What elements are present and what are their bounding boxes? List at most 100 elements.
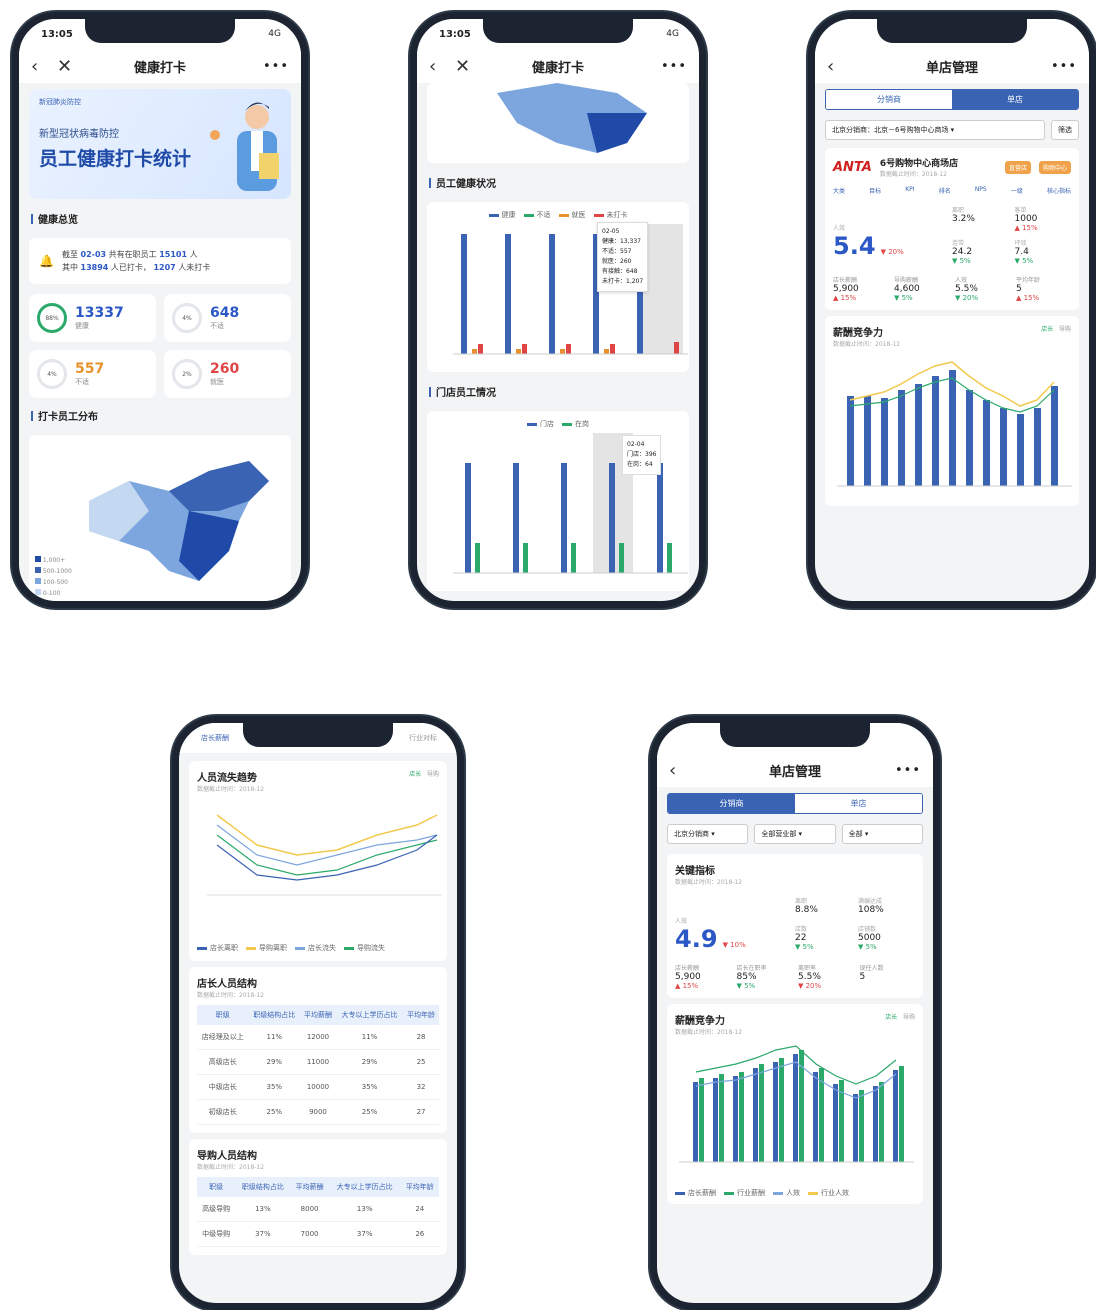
tab-distributor[interactable]: 分销商: [826, 90, 952, 109]
legend-item[interactable]: 店长薪酬: [675, 1188, 716, 1198]
more-icon[interactable]: •••: [263, 59, 289, 74]
legend-item[interactable]: 健康: [488, 210, 516, 220]
page-title: 单店管理: [925, 60, 978, 76]
notice-checked: 13894: [80, 263, 109, 272]
legend-item[interactable]: 未打卡: [593, 210, 628, 220]
legend-item[interactable]: 行业人效: [808, 1188, 849, 1198]
link-manager[interactable]: 店长: [885, 1014, 897, 1021]
link-manager[interactable]: 店长: [409, 771, 421, 778]
stat-label: 就医: [210, 378, 224, 386]
table-row: 高级店长 29% 11000 29% 25: [197, 1049, 439, 1075]
nav-bar: ‹ 单店管理 •••: [657, 753, 933, 787]
link-guide[interactable]: 导购: [427, 771, 439, 778]
progress-ring: 88%: [37, 303, 67, 333]
menu-item[interactable]: 一级: [1011, 186, 1023, 195]
link-guide[interactable]: 导购: [1059, 326, 1071, 333]
menu-item[interactable]: NPS: [975, 186, 987, 195]
link-manager[interactable]: 店长: [1041, 326, 1053, 333]
status-section-title: 员工健康状况: [417, 169, 699, 196]
menu-item[interactable]: KPI: [905, 186, 914, 195]
menu-item[interactable]: 排名: [939, 186, 951, 195]
status-bar: 13:05 4G: [417, 19, 699, 49]
stat-value: 557: [75, 361, 105, 377]
status-bar: [657, 723, 933, 753]
more-icon[interactable]: •••: [661, 59, 687, 74]
guide-table: 职级 职级结构占比 平均薪酬 大专以上学历占比 平均年龄 高级导购 13% 8000 13%…: [197, 1177, 439, 1247]
link-guide[interactable]: 导购: [903, 1014, 915, 1021]
close-icon[interactable]: ✕: [57, 56, 83, 77]
status-signal: 4G: [666, 29, 679, 39]
manager-table: 职级 职级结构占比 平均薪酬 大专以上学历占比 平均年龄 店经理及以上 11% 12000…: [197, 1005, 439, 1125]
legend-item[interactable]: 就医: [558, 210, 586, 220]
salary-title: 薪酬竞争力: [833, 328, 883, 339]
stat-card[interactable]: 4% 648 不适: [164, 294, 291, 342]
kpi-main-value: 4.9: [675, 925, 718, 953]
scope-select[interactable]: 全部 ▾: [841, 824, 923, 844]
progress-ring: 4%: [172, 303, 202, 333]
menu-item[interactable]: 核心指标: [1047, 186, 1071, 195]
kpi-value: 8.8%: [795, 905, 818, 915]
stat-card[interactable]: 4% 557 不适: [29, 350, 156, 398]
back-icon[interactable]: ‹: [669, 760, 695, 781]
phone-store-management: ‹ 单店管理 ••• 分销商 单店 北京分销商：北京－6号购物中心商场 ▾ 筛选…: [808, 12, 1096, 608]
salary-combo-chart: [837, 361, 1072, 487]
bottom-kpis: 店长薪酬 5,900 ▲ 15% 导购薪酬 4,600 ▼ 5% 人效 5.5% ▼ 20%…: [833, 277, 1041, 302]
guide-structure-card: 导购人员结构 数据截止时间：2018-12 职级 职级结构占比 平均薪酬 大专以上学…: [189, 1139, 447, 1255]
bell-icon: 🔔: [39, 253, 54, 268]
stat-card[interactable]: 88% 13337 健康: [29, 294, 156, 342]
kpi-main-label: 人效: [675, 918, 688, 925]
status-bar: 13:05 4G: [19, 19, 301, 49]
store-legend: 门店 在岗: [435, 419, 681, 429]
phone-health-charts: 13:05 4G ‹ ✕ 健康打卡 ••• 员工健康状况 健康 不适 就医 未打…: [410, 12, 706, 608]
phone-distributor-management: ‹ 单店管理 ••• 分销商 单店 北京分销商 ▾ 全部营业部 ▾ 全部 ▾ 关…: [650, 716, 940, 1310]
key-meta: 数据截止时间：2018-12: [675, 879, 743, 886]
salary-meta: 数据截止时间：2018-12: [833, 341, 901, 348]
back-icon[interactable]: ‹: [31, 56, 57, 77]
hero-banner: 新冠肺炎防控 新型冠状病毒防控 员工健康打卡统计: [29, 89, 291, 199]
segment-tabs: 分销商 单店: [825, 89, 1079, 110]
legend-item[interactable]: 行业薪酬: [724, 1188, 765, 1198]
stat-value: 648: [210, 305, 240, 321]
salary-title: 薪酬竞争力: [675, 1016, 725, 1027]
table-row: 中级导购 37% 7000 37% 26: [197, 1221, 439, 1247]
legend-item[interactable]: 导购流失: [344, 943, 385, 953]
table-row: 初级店长 25% 9000 25% 27: [197, 1099, 439, 1125]
legend-item[interactable]: 在岗: [562, 419, 589, 429]
overview-section-title: 健康总览: [19, 205, 301, 232]
back-icon[interactable]: ‹: [429, 56, 455, 77]
legend-item[interactable]: 不适: [523, 210, 551, 220]
status-signal: 4G: [268, 29, 281, 39]
tag-badge: 购物中心: [1038, 160, 1071, 174]
back-icon[interactable]: ‹: [827, 56, 853, 77]
guide-title: 导购人员结构: [197, 1151, 257, 1162]
status-bar-chart: [453, 224, 688, 355]
legend-item[interactable]: 门店: [527, 419, 554, 429]
stat-card[interactable]: 2% 260 就医: [164, 350, 291, 398]
notice-date: 02-03: [80, 250, 107, 259]
manager-title: 店长人员结构: [197, 979, 257, 990]
menu-item[interactable]: 目标: [869, 186, 881, 195]
legend-item[interactable]: 导购离职: [246, 943, 287, 953]
salary-card: 薪酬竞争力 店长 导购 数据截止时间：2018-12: [825, 316, 1079, 506]
menu-item[interactable]: 大类: [833, 186, 845, 195]
filter-button[interactable]: 筛选: [1051, 120, 1079, 140]
phone-health-overview: 13:05 4G ‹ ✕ 健康打卡 ••• 新冠肺炎防控 新型冠状病毒防控 员工…: [12, 12, 308, 608]
more-icon[interactable]: •••: [895, 763, 921, 778]
store-meta: 数据截止时间：2018-12: [879, 171, 947, 178]
department-select[interactable]: 全部营业部 ▾: [754, 824, 836, 844]
tag-badge: 直营店: [1004, 160, 1031, 174]
legend-item[interactable]: 店长离职: [197, 943, 238, 953]
tab-store[interactable]: 单店: [795, 794, 922, 813]
tab-store[interactable]: 单店: [952, 90, 1078, 109]
legend-item[interactable]: 店长流失: [295, 943, 336, 953]
store-name: 6号购物中心商场店: [879, 159, 959, 169]
close-icon[interactable]: ✕: [455, 56, 481, 77]
china-map-icon: [89, 461, 269, 581]
store-select[interactable]: 北京分销商：北京－6号购物中心商场 ▾: [825, 120, 1045, 140]
store-card: ANTA 6号购物中心商场店 数据截止时间：2018-12 直营店 购物中心 大…: [825, 148, 1079, 310]
legend-item[interactable]: 人效: [773, 1188, 800, 1198]
more-icon[interactable]: •••: [1051, 59, 1077, 74]
status-bar: 店长薪酬 行业对标: [179, 723, 457, 753]
tab-distributor[interactable]: 分销商: [668, 794, 795, 813]
distributor-select[interactable]: 北京分销商 ▾: [667, 824, 749, 844]
